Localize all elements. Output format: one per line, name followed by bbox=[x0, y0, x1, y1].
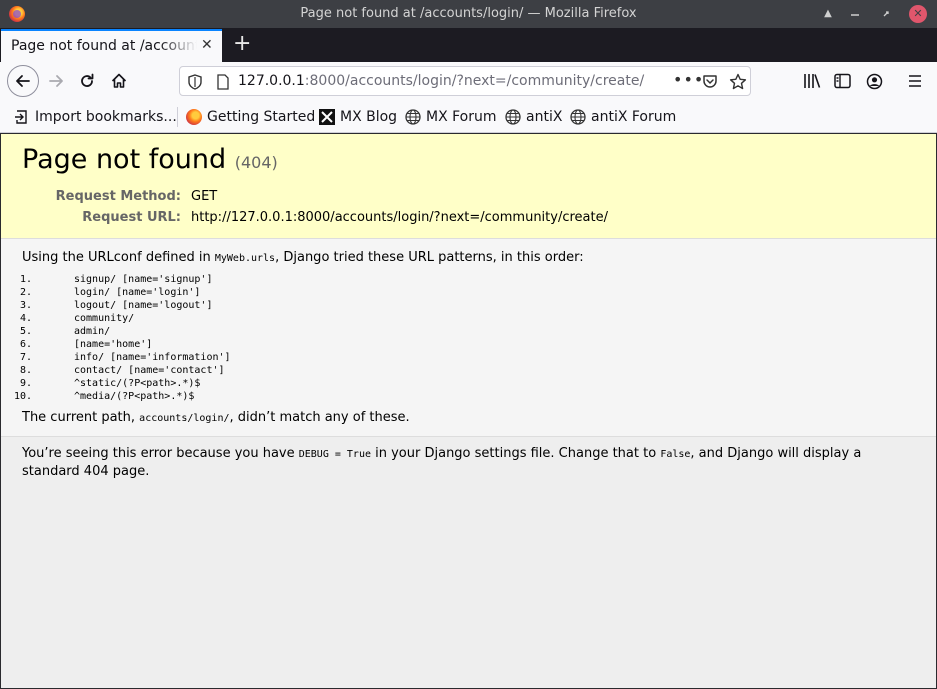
page-info-icon[interactable] bbox=[217, 74, 229, 90]
page-actions-icon[interactable]: ••• bbox=[673, 70, 704, 89]
title-bar: Page not found at /accounts/login/ — Moz… bbox=[0, 0, 937, 28]
page-content: Page not found (404) Request Method: GET… bbox=[1, 134, 936, 688]
pattern-text: ^media/(?P<path>.*)$ bbox=[74, 391, 195, 402]
url-path: :8000/accounts/login/?next=/community/cr… bbox=[304, 73, 645, 89]
bookmark-label: MX Forum bbox=[426, 109, 497, 125]
bookmark-mx-blog[interactable]: MX Blog bbox=[319, 108, 397, 126]
current-path: accounts/login/ bbox=[139, 413, 230, 424]
request-url-value: http://127.0.0.1:8000/accounts/login/?ne… bbox=[191, 210, 608, 225]
pattern-text: info/ [name='information'] bbox=[74, 352, 231, 363]
bookmark-label: MX Blog bbox=[340, 109, 398, 125]
request-method-value: GET bbox=[191, 189, 218, 204]
reload-button[interactable] bbox=[71, 65, 103, 97]
bookmark-antix-forum[interactable]: antiX Forum bbox=[570, 108, 676, 126]
pattern-number: 9. bbox=[19, 378, 32, 389]
current-post: , didn’t match any of these. bbox=[229, 410, 410, 425]
bookmark-label: antiX bbox=[526, 109, 563, 125]
window-title: Page not found at /accounts/login/ — Moz… bbox=[300, 6, 637, 21]
bookmark-antix[interactable]: antiX bbox=[505, 108, 562, 126]
account-icon[interactable] bbox=[866, 73, 883, 90]
pattern-number: 4. bbox=[19, 313, 32, 324]
home-icon bbox=[111, 73, 127, 88]
pattern-number: 10. bbox=[13, 391, 32, 402]
current-path-line: The current path, accounts/login/, didn’… bbox=[22, 410, 410, 425]
urlconf-intro: Using the URLconf defined in MyWeb.urls,… bbox=[22, 250, 584, 265]
maximize-button[interactable] bbox=[877, 5, 895, 23]
pattern-number: 6. bbox=[19, 339, 32, 350]
pattern-text: signup/ [name='signup'] bbox=[74, 274, 213, 285]
explain-part-2: in your Django settings file. Change tha… bbox=[371, 446, 661, 461]
pattern-number: 5. bbox=[19, 326, 32, 337]
arrow-left-icon bbox=[16, 75, 30, 87]
globe-icon bbox=[570, 109, 586, 125]
pattern-text: community/ bbox=[74, 313, 135, 324]
mx-icon bbox=[319, 109, 335, 125]
request-url-label: Request URL: bbox=[82, 210, 181, 225]
sidebar-icon[interactable] bbox=[834, 73, 851, 89]
debug-explanation: You’re seeing this error because you hav… bbox=[22, 445, 902, 480]
url-text[interactable]: 127.0.0.1:8000/accounts/login/?next=/com… bbox=[238, 73, 644, 89]
intro-pre: Using the URLconf defined in bbox=[22, 250, 215, 265]
bookmarks-toolbar: Import bookmarks... Getting Started MX B… bbox=[0, 100, 937, 133]
url-host: 127.0.0.1 bbox=[238, 73, 305, 89]
current-pre: The current path, bbox=[22, 410, 140, 425]
menu-hamburger-icon[interactable] bbox=[907, 73, 923, 89]
page-title: Page not found (404) bbox=[22, 144, 278, 175]
back-button[interactable] bbox=[7, 65, 39, 97]
false-value: False bbox=[660, 449, 691, 460]
globe-icon bbox=[405, 109, 421, 125]
pattern-number: 3. bbox=[19, 300, 32, 311]
globe-icon bbox=[505, 109, 521, 125]
firefox-icon bbox=[186, 109, 202, 125]
pattern-text: admin/ bbox=[74, 326, 111, 337]
pattern-number: 8. bbox=[19, 365, 32, 376]
keep-above-icon[interactable]: ▲ bbox=[819, 5, 837, 23]
bookmarks-separator bbox=[177, 107, 178, 127]
navigation-toolbar: 127.0.0.1:8000/accounts/login/?next=/com… bbox=[0, 62, 937, 100]
bookmark-getting-started[interactable]: Getting Started bbox=[186, 108, 315, 126]
home-button[interactable] bbox=[103, 65, 135, 97]
close-window-button[interactable]: ✕ bbox=[909, 5, 927, 23]
explain-part-1: You’re seeing this error because you hav… bbox=[22, 446, 299, 461]
pattern-text: login/ [name='login'] bbox=[74, 287, 201, 298]
pattern-number: 2. bbox=[19, 287, 32, 298]
pattern-text: [name='home'] bbox=[74, 339, 153, 350]
error-summary: Page not found (404) Request Method: GET… bbox=[1, 134, 936, 239]
bookmark-star-icon[interactable] bbox=[729, 73, 747, 91]
pattern-number: 1. bbox=[19, 274, 32, 285]
minimize-button[interactable] bbox=[846, 5, 864, 23]
arrow-right-icon bbox=[49, 75, 63, 87]
status-code: (404) bbox=[234, 153, 278, 172]
urlconf-name: MyWeb.urls bbox=[214, 253, 276, 264]
debug-setting: DEBUG = True bbox=[298, 449, 371, 460]
pocket-icon[interactable] bbox=[702, 74, 718, 90]
pattern-text: ^static/(?P<path>.*)$ bbox=[74, 378, 201, 389]
page-heading: Page not found bbox=[22, 144, 227, 175]
url-bar[interactable]: 127.0.0.1:8000/accounts/login/?next=/com… bbox=[179, 66, 751, 96]
library-icon[interactable] bbox=[803, 73, 821, 89]
import-icon bbox=[14, 109, 30, 125]
bookmark-label: Import bookmarks... bbox=[35, 109, 177, 125]
bookmark-mx-forum[interactable]: MX Forum bbox=[405, 108, 497, 126]
reload-icon bbox=[81, 73, 94, 87]
tab-bar: Page not found at /accounts/login/ ✕ + bbox=[0, 28, 937, 63]
pattern-text: logout/ [name='logout'] bbox=[74, 300, 213, 311]
tracking-shield-icon[interactable] bbox=[188, 74, 202, 90]
pattern-text: contact/ [name='contact'] bbox=[74, 365, 225, 376]
bookmark-label: Getting Started bbox=[207, 109, 316, 125]
intro-post: , Django tried these URL patterns, in th… bbox=[275, 250, 584, 265]
error-info: Using the URLconf defined in MyWeb.urls,… bbox=[1, 239, 936, 437]
tab-label: Page not found at /accounts/login/ bbox=[11, 38, 197, 54]
tab-page-not-found[interactable]: Page not found at /accounts/login/ ✕ bbox=[1, 29, 222, 63]
pattern-number: 7. bbox=[19, 352, 32, 363]
bookmark-label: antiX Forum bbox=[591, 109, 677, 125]
tab-close-icon[interactable]: ✕ bbox=[201, 37, 213, 53]
forward-button[interactable] bbox=[40, 65, 72, 97]
request-method-label: Request Method: bbox=[55, 189, 181, 204]
bookmark-import[interactable]: Import bookmarks... bbox=[14, 108, 177, 126]
new-tab-button[interactable]: + bbox=[233, 32, 251, 56]
